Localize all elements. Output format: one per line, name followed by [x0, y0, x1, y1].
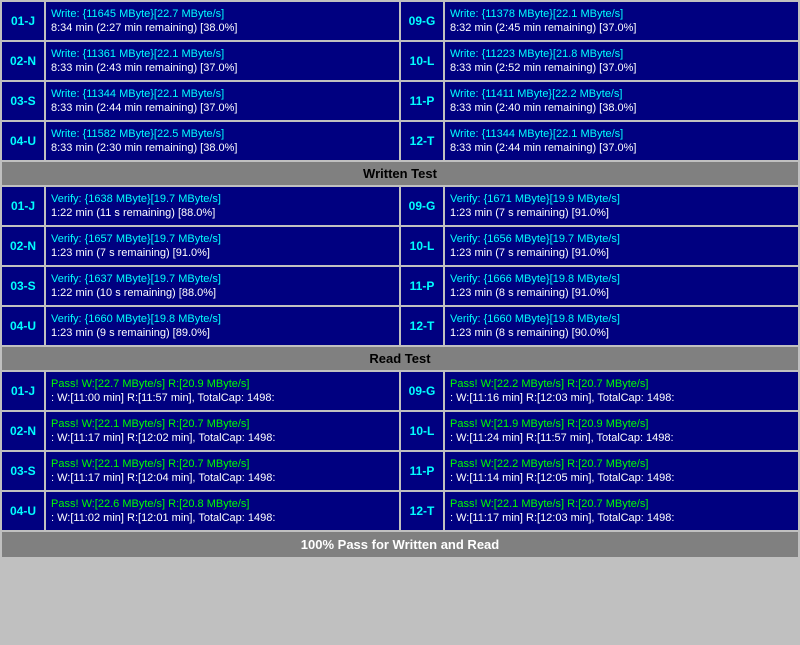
row-data-left: Verify: {1657 MByte}[19.7 MByte/s]1:23 m…	[46, 227, 399, 265]
pass-section: 01-JPass! W:[22.7 MByte/s] R:[20.9 MByte…	[2, 372, 798, 530]
row-data-right: Write: {11223 MByte}[21.8 MByte/s]8:33 m…	[445, 42, 798, 80]
row-id-right: 10-L	[401, 412, 443, 450]
row-data-left: Write: {11582 MByte}[22.5 MByte/s]8:33 m…	[46, 122, 399, 160]
row-id-left: 03-S	[2, 452, 44, 490]
table-row: 04-UPass! W:[22.6 MByte/s] R:[20.8 MByte…	[2, 492, 798, 530]
row-data-right: Verify: {1666 MByte}[19.8 MByte/s]1:23 m…	[445, 267, 798, 305]
table-row: 03-SWrite: {11344 MByte}[22.1 MByte/s]8:…	[2, 82, 798, 120]
row-id-right: 11-P	[401, 267, 443, 305]
table-row: 02-NVerify: {1657 MByte}[19.7 MByte/s]1:…	[2, 227, 798, 265]
row-data-right: Verify: {1660 MByte}[19.8 MByte/s]1:23 m…	[445, 307, 798, 345]
row-data-left: Write: {11361 MByte}[22.1 MByte/s]8:33 m…	[46, 42, 399, 80]
row-data-left: Write: {11645 MByte}[22.7 MByte/s]8:34 m…	[46, 2, 399, 40]
row-id-right: 12-T	[401, 492, 443, 530]
row-data-left: Pass! W:[22.1 MByte/s] R:[20.7 MByte/s]:…	[46, 412, 399, 450]
row-id-right: 10-L	[401, 42, 443, 80]
write-section: 01-JWrite: {11645 MByte}[22.7 MByte/s]8:…	[2, 2, 798, 160]
table-row: 03-SVerify: {1637 MByte}[19.7 MByte/s]1:…	[2, 267, 798, 305]
read-test-header: Read Test	[2, 347, 798, 370]
row-id-right: 09-G	[401, 372, 443, 410]
row-data-left: Write: {11344 MByte}[22.1 MByte/s]8:33 m…	[46, 82, 399, 120]
table-row: 01-JPass! W:[22.7 MByte/s] R:[20.9 MByte…	[2, 372, 798, 410]
row-data-right: Pass! W:[22.2 MByte/s] R:[20.7 MByte/s]:…	[445, 452, 798, 490]
row-id-left: 02-N	[2, 412, 44, 450]
row-data-left: Pass! W:[22.6 MByte/s] R:[20.8 MByte/s]:…	[46, 492, 399, 530]
row-data-left: Verify: {1660 MByte}[19.8 MByte/s]1:23 m…	[46, 307, 399, 345]
verify-section: 01-JVerify: {1638 MByte}[19.7 MByte/s]1:…	[2, 187, 798, 345]
row-data-right: Write: {11344 MByte}[22.1 MByte/s]8:33 m…	[445, 122, 798, 160]
row-id-right: 10-L	[401, 227, 443, 265]
table-row: 02-NPass! W:[22.1 MByte/s] R:[20.7 MByte…	[2, 412, 798, 450]
row-data-right: Verify: {1671 MByte}[19.9 MByte/s]1:23 m…	[445, 187, 798, 225]
row-id-left: 03-S	[2, 82, 44, 120]
table-row: 04-UVerify: {1660 MByte}[19.8 MByte/s]1:…	[2, 307, 798, 345]
row-id-left: 03-S	[2, 267, 44, 305]
row-data-right: Write: {11411 MByte}[22.2 MByte/s]8:33 m…	[445, 82, 798, 120]
row-id-right: 09-G	[401, 187, 443, 225]
row-id-right: 09-G	[401, 2, 443, 40]
row-id-left: 01-J	[2, 2, 44, 40]
table-row: 02-NWrite: {11361 MByte}[22.1 MByte/s]8:…	[2, 42, 798, 80]
row-id-right: 12-T	[401, 122, 443, 160]
row-data-left: Pass! W:[22.1 MByte/s] R:[20.7 MByte/s]:…	[46, 452, 399, 490]
row-id-left: 04-U	[2, 307, 44, 345]
row-id-right: 11-P	[401, 452, 443, 490]
row-data-right: Pass! W:[22.2 MByte/s] R:[20.7 MByte/s]:…	[445, 372, 798, 410]
row-id-left: 01-J	[2, 372, 44, 410]
row-id-right: 11-P	[401, 82, 443, 120]
footer-bar: 100% Pass for Written and Read	[2, 532, 798, 557]
row-data-left: Pass! W:[22.7 MByte/s] R:[20.9 MByte/s]:…	[46, 372, 399, 410]
main-container: 01-JWrite: {11645 MByte}[22.7 MByte/s]8:…	[0, 0, 800, 559]
row-data-right: Write: {11378 MByte}[22.1 MByte/s]8:32 m…	[445, 2, 798, 40]
table-row: 04-UWrite: {11582 MByte}[22.5 MByte/s]8:…	[2, 122, 798, 160]
row-id-right: 12-T	[401, 307, 443, 345]
row-id-left: 04-U	[2, 492, 44, 530]
row-data-right: Pass! W:[22.1 MByte/s] R:[20.7 MByte/s]:…	[445, 492, 798, 530]
table-row: 01-JVerify: {1638 MByte}[19.7 MByte/s]1:…	[2, 187, 798, 225]
row-id-left: 01-J	[2, 187, 44, 225]
table-row: 03-SPass! W:[22.1 MByte/s] R:[20.7 MByte…	[2, 452, 798, 490]
row-data-left: Verify: {1638 MByte}[19.7 MByte/s]1:22 m…	[46, 187, 399, 225]
row-data-left: Verify: {1637 MByte}[19.7 MByte/s]1:22 m…	[46, 267, 399, 305]
row-data-right: Verify: {1656 MByte}[19.7 MByte/s]1:23 m…	[445, 227, 798, 265]
row-data-right: Pass! W:[21.9 MByte/s] R:[20.9 MByte/s]:…	[445, 412, 798, 450]
table-row: 01-JWrite: {11645 MByte}[22.7 MByte/s]8:…	[2, 2, 798, 40]
row-id-left: 02-N	[2, 227, 44, 265]
row-id-left: 02-N	[2, 42, 44, 80]
written-test-header: Written Test	[2, 162, 798, 185]
row-id-left: 04-U	[2, 122, 44, 160]
